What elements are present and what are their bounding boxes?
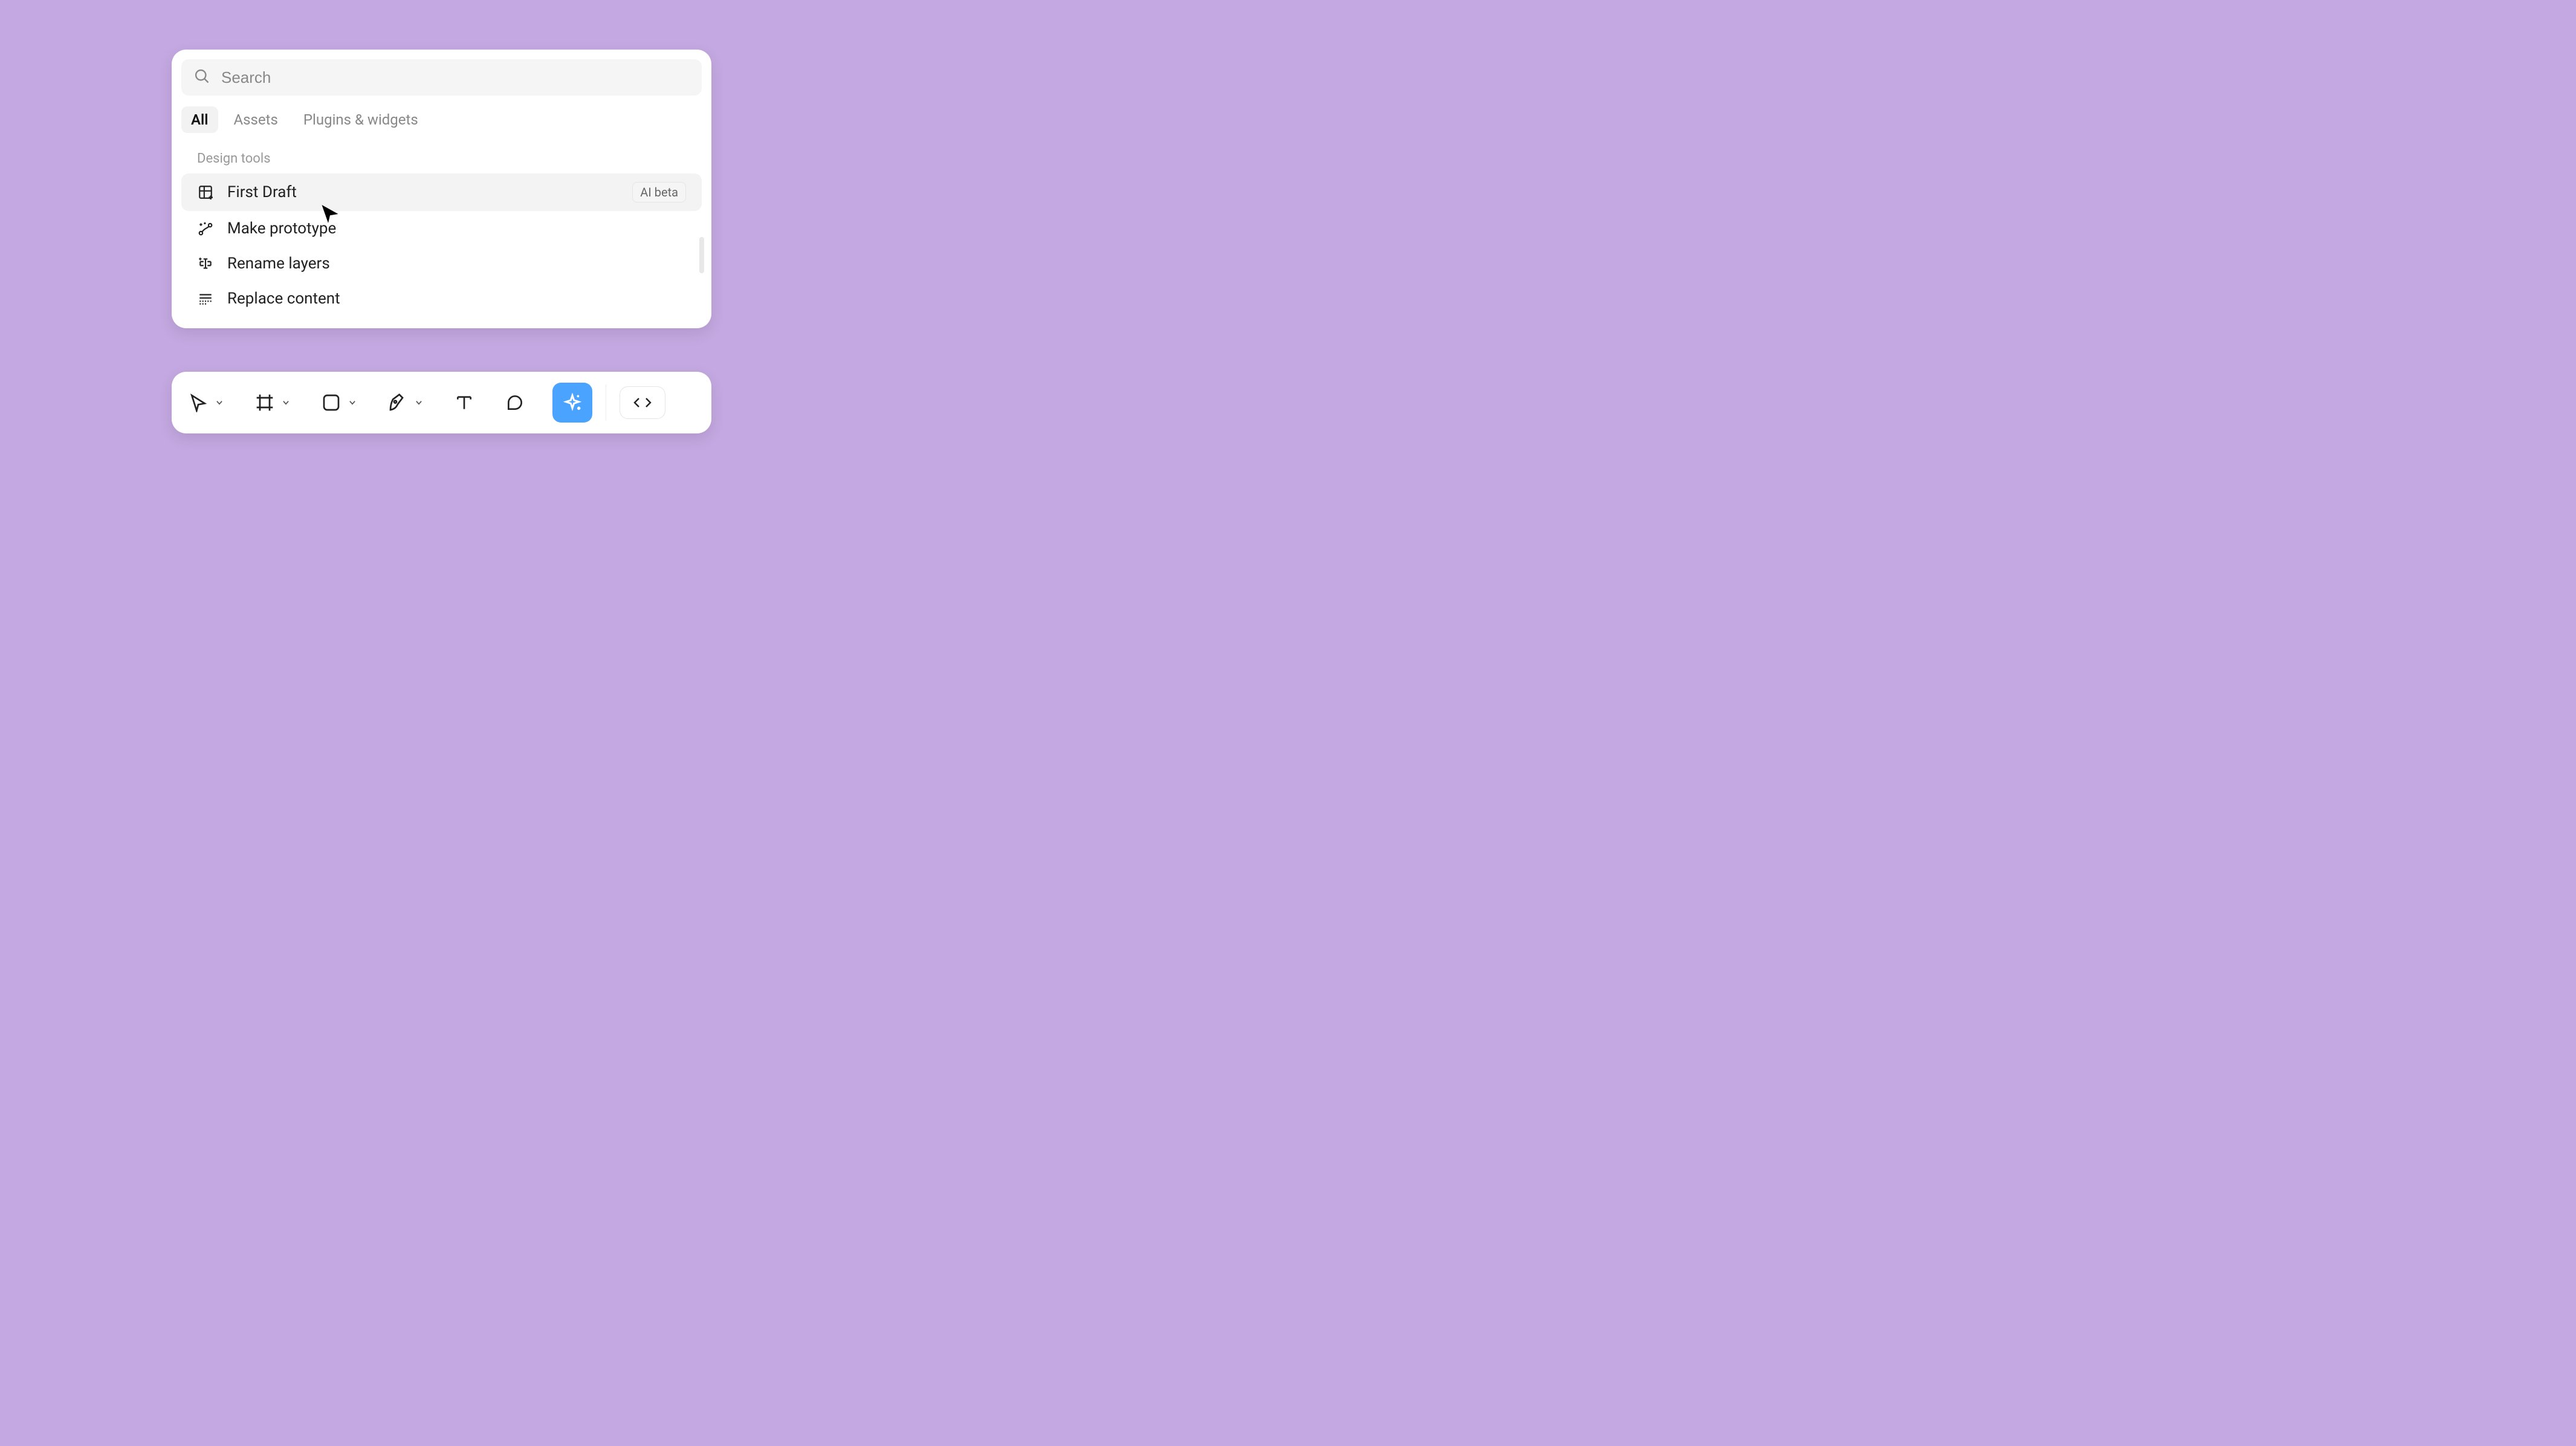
search-input[interactable] [221, 68, 690, 87]
chevron-down-icon[interactable] [411, 398, 427, 407]
chevron-down-icon[interactable] [345, 398, 360, 407]
tool-move-group[interactable] [185, 386, 227, 420]
items-list: First Draft AI beta Make prototype [172, 173, 711, 328]
tab-assets[interactable]: Assets [224, 106, 288, 133]
dev-mode-toggle[interactable] [620, 386, 665, 419]
rename-icon [197, 255, 214, 272]
item-replace-content[interactable]: Replace content [181, 281, 702, 316]
item-label: Replace content [227, 290, 340, 308]
tool-shape-group[interactable] [318, 386, 360, 420]
tool-pen-group[interactable] [384, 386, 427, 420]
tab-all[interactable]: All [181, 106, 218, 133]
item-label: Make prototype [227, 219, 336, 238]
tabs: All Assets Plugins & widgets [172, 96, 711, 140]
frame-add-icon [197, 184, 214, 201]
ai-actions-tool-icon[interactable] [552, 383, 592, 423]
section-label-design-tools: Design tools [172, 140, 711, 173]
quick-actions-panel: All Assets Plugins & widgets Design tool… [172, 50, 711, 328]
item-label: Rename layers [227, 255, 330, 273]
item-first-draft[interactable]: First Draft AI beta [181, 173, 702, 211]
item-rename-layers[interactable]: Rename layers [181, 246, 702, 281]
comment-tool-icon[interactable] [502, 386, 528, 420]
tool-frame-group[interactable] [251, 386, 294, 420]
ai-beta-badge: AI beta [632, 182, 686, 203]
rectangle-tool-icon[interactable] [318, 386, 345, 420]
scrollbar[interactable] [699, 237, 704, 273]
frame-tool-icon[interactable] [251, 386, 278, 420]
move-tool-icon[interactable] [185, 386, 212, 420]
search-icon [193, 68, 210, 87]
item-label: First Draft [227, 183, 297, 201]
toolbar [172, 372, 711, 433]
tab-plugins-widgets[interactable]: Plugins & widgets [294, 106, 428, 133]
pen-tool-icon[interactable] [384, 386, 411, 420]
replace-content-icon [197, 290, 214, 307]
item-make-prototype[interactable]: Make prototype [181, 211, 702, 246]
text-tool-icon[interactable] [451, 386, 477, 420]
flow-sparkle-icon [197, 220, 214, 237]
search-field[interactable] [181, 59, 702, 96]
chevron-down-icon[interactable] [212, 398, 227, 407]
chevron-down-icon[interactable] [278, 398, 294, 407]
